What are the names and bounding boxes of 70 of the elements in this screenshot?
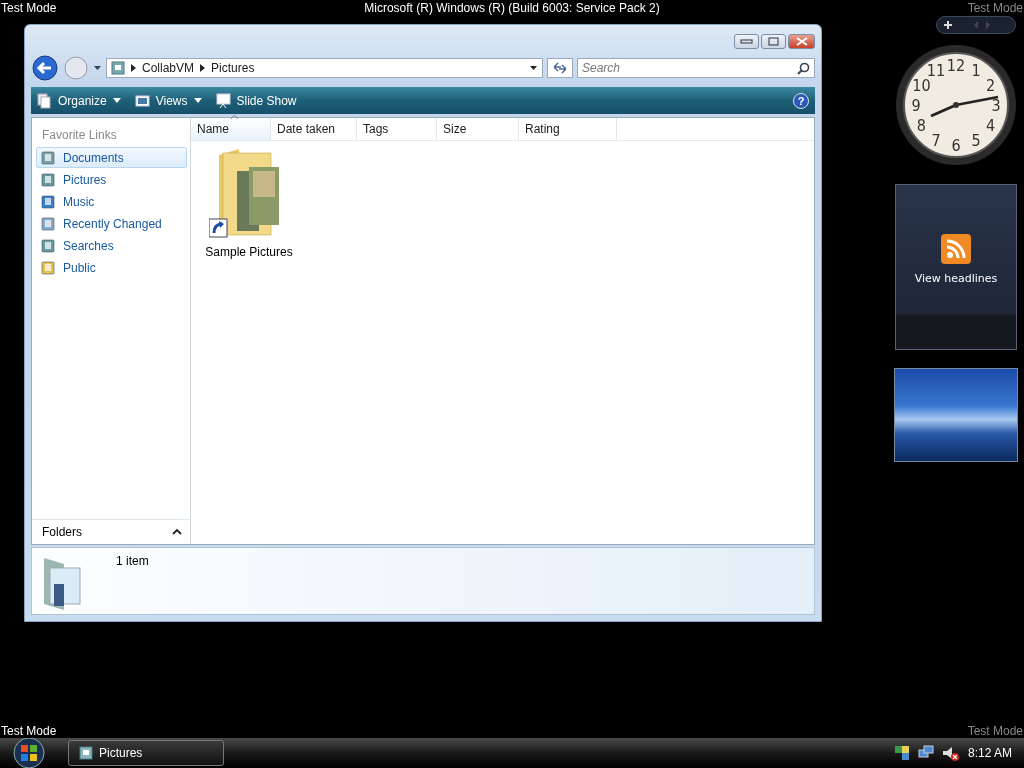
window-icon (134, 92, 150, 109)
favorite-link[interactable]: Pictures (36, 169, 187, 190)
clock-numeral: 2 (986, 76, 996, 95)
volume-icon[interactable] (941, 745, 960, 761)
add-gadget-icon[interactable] (943, 20, 953, 30)
minimize-button[interactable] (734, 34, 759, 49)
close-icon[interactable] (795, 37, 808, 46)
folder-location-icon (111, 61, 125, 75)
folder-item[interactable]: Sample Pictures (201, 145, 297, 259)
projector-screen-icon (215, 92, 231, 109)
clock-numeral: 4 (986, 116, 996, 135)
column-header[interactable]: Tags (357, 118, 437, 140)
network-icon[interactable] (917, 745, 934, 761)
test-mode-label: Test Mode (967, 1, 1023, 15)
breadcrumb-arrow-icon[interactable] (131, 64, 136, 72)
organize-button[interactable]: Organize (37, 92, 121, 109)
breadcrumb-arrow-icon[interactable] (200, 64, 206, 72)
folder-icon (41, 260, 55, 275)
test-mode-label: Test Mode (1, 1, 57, 15)
clock-numeral: 8 (916, 116, 926, 135)
slide-show-button[interactable]: Slide Show (215, 92, 297, 109)
breadcrumb-item[interactable]: CollabVM (142, 61, 195, 75)
favorite-link[interactable]: Searches (36, 235, 187, 256)
refresh-arrows-icon[interactable] (552, 61, 568, 75)
view-headlines-link[interactable]: View headlines (914, 271, 998, 285)
column-header[interactable]: Rating (519, 118, 617, 140)
clock-numeral: 10 (912, 76, 931, 95)
column-header[interactable]: Size (437, 118, 519, 140)
test-mode-label: Test Mode (1, 724, 57, 738)
maximize-icon[interactable] (768, 37, 779, 46)
rss-feed-icon (941, 233, 971, 264)
build-title: Microsoft (R) Windows (R) (Build 6003: Service Pack 2) (363, 1, 661, 15)
breadcrumb-item[interactable]: Pictures (211, 61, 255, 75)
taskbar-button[interactable]: Pictures (68, 740, 224, 766)
column-header[interactable]: Name (191, 118, 271, 140)
recent-pages-caret-icon[interactable] (93, 65, 102, 71)
folders-toggle[interactable]: Folders (32, 519, 190, 544)
caret-icon[interactable] (193, 98, 202, 103)
favorite-link[interactable]: Recently Changed (36, 213, 187, 234)
maximize-button[interactable] (761, 34, 786, 49)
dropdown-caret-icon[interactable] (529, 65, 538, 71)
help-button[interactable]: ? (793, 92, 809, 109)
caret-icon[interactable] (112, 98, 121, 103)
chevron-up-icon[interactable] (172, 529, 182, 535)
clock-numeral: 3 (991, 96, 1001, 115)
favorite-link[interactable]: Documents (36, 147, 187, 168)
tray-app-icon[interactable] (893, 745, 910, 761)
favorite-link[interactable]: Public (36, 257, 187, 278)
favorite-link[interactable]: Music (36, 191, 187, 212)
close-button[interactable] (788, 34, 815, 49)
clock-numeral: 1 (971, 61, 981, 81)
address-bar[interactable]: CollabVM Pictures (106, 58, 543, 78)
search-icon[interactable] (797, 62, 810, 75)
column-header[interactable]: Date taken (271, 118, 357, 140)
back-button[interactable] (31, 54, 59, 82)
item-count: 1 item (116, 554, 149, 570)
search-field[interactable]: Search (577, 58, 815, 78)
taskbar-clock[interactable]: 8:12 AM (967, 746, 1012, 760)
minimize-icon[interactable] (740, 39, 753, 44)
test-mode-label: Test Mode (967, 724, 1023, 738)
clock-numeral: 5 (971, 130, 981, 150)
views-button[interactable]: Views (134, 92, 202, 109)
clock-numeral: 12 (946, 56, 966, 75)
clock-hands (930, 95, 999, 118)
pages-icon (37, 92, 52, 109)
refresh-button[interactable] (547, 58, 573, 78)
clock-numeral: 9 (911, 96, 921, 115)
clock-numeral: 6 (951, 136, 961, 155)
clock-numeral: 7 (931, 130, 941, 150)
favorite-links-heading: Favorite Links (41, 127, 118, 144)
